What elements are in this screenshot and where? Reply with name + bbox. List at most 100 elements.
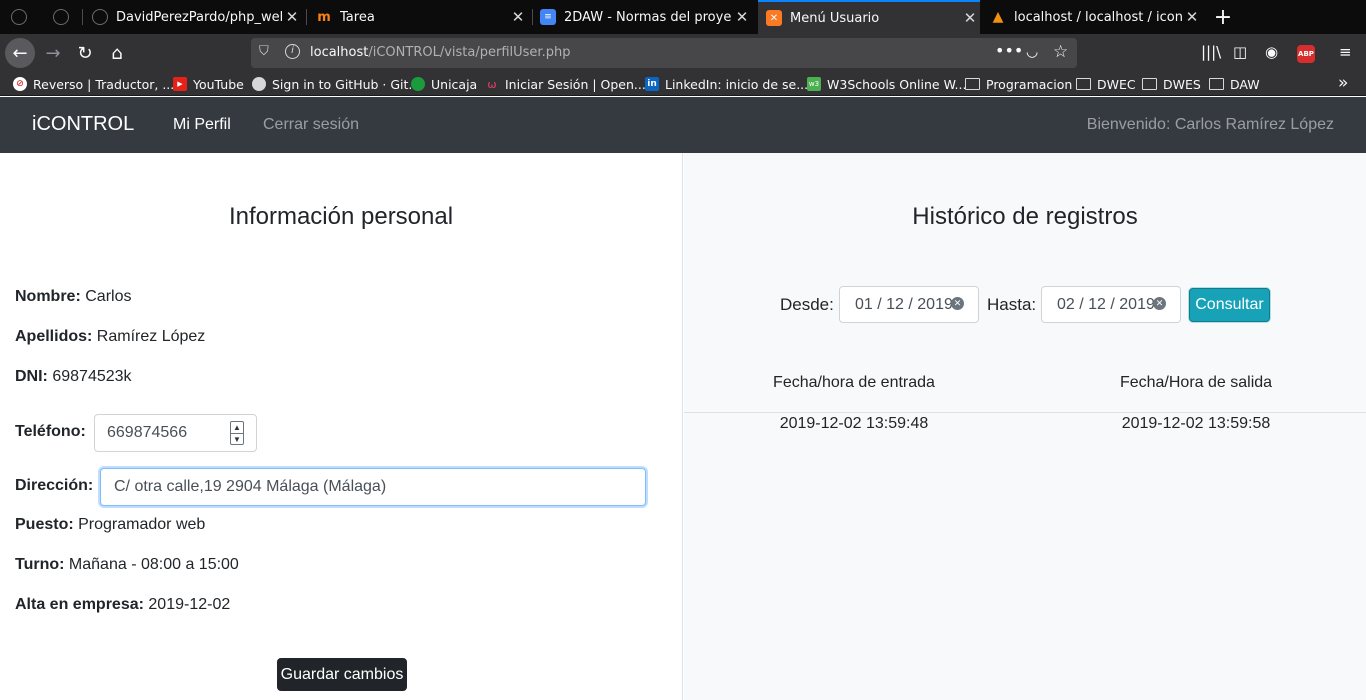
table-cell-salida: 2019-12-02 13:59:58 [1121, 415, 1271, 432]
tab-title: localhost / localhost / icontrol [1014, 9, 1182, 25]
welcome-text: Bienvenido: Carlos Ramírez López [1086, 116, 1334, 133]
tab-title: Menú Usuario [790, 10, 880, 26]
spinner-down-icon[interactable]: ▼ [231, 433, 243, 444]
folder-icon [1076, 78, 1091, 90]
url-text[interactable]: localhost/iCONTROL/vista/perfilUser.php [310, 45, 570, 60]
nav-link-cerrar-sesion[interactable]: Cerrar sesión [263, 116, 359, 134]
library-icon[interactable]: |||\ [1201, 43, 1221, 61]
close-icon[interactable]: ✕ [508, 8, 528, 26]
bookmark-label: Iniciar Sesión | Open... [505, 76, 646, 92]
close-icon[interactable]: ✕ [1182, 8, 1202, 26]
telefono-input[interactable]: 669874566 ▲ ▼ [94, 414, 257, 452]
bookmark-openwebinars[interactable]: ω Iniciar Sesión | Open... [485, 75, 646, 93]
bookmark-star-icon[interactable]: ☆ [1053, 42, 1068, 62]
bookmark-github[interactable]: Sign in to GitHub · Git... [252, 75, 420, 93]
back-arrow-icon[interactable]: ← [5, 38, 35, 68]
reverso-icon: ⊘ [13, 77, 27, 91]
clear-icon[interactable]: ✕ [951, 297, 964, 310]
nav-link-mi-perfil[interactable]: Mi Perfil [173, 116, 231, 134]
field-turno: Turno: Mañana - 08:00 a 15:00 [15, 556, 239, 574]
to-label: Hasta: [987, 295, 1037, 314]
bookmark-folder-dwec[interactable]: DWEC [1076, 75, 1136, 93]
pinned-tab-2[interactable] [50, 0, 72, 34]
tab-tarea[interactable]: m Tarea ✕ [316, 0, 528, 34]
xampp-icon: ✕ [766, 10, 782, 26]
bookmark-w3schools[interactable]: w3 W3Schools Online W... [807, 75, 966, 93]
bookmark-folder-dwes[interactable]: DWES [1142, 75, 1201, 93]
shield-icon[interactable]: ⛉ [259, 44, 269, 59]
save-changes-button[interactable]: Guardar cambios [277, 658, 407, 691]
chevron-right-icon[interactable]: » [1338, 73, 1348, 93]
field-alta-empresa: Alta en empresa: 2019-12-02 [15, 596, 230, 614]
tab-menu-usuario[interactable]: ✕ Menú Usuario ✕ [758, 0, 980, 34]
adblock-icon[interactable]: ABP [1297, 45, 1315, 63]
pinned-tab-1[interactable] [8, 0, 30, 34]
direccion-label-row: Dirección: [15, 477, 93, 495]
bookmark-reverso[interactable]: ⊘ Reverso | Traductor, ... [13, 75, 174, 93]
tab-github[interactable]: DavidPerezPardo/php_webap ✕ [90, 0, 302, 34]
from-date-input[interactable]: 01 / 12 / 2019 ✕ [839, 286, 979, 323]
field-nombre: Nombre: Carlos [15, 288, 131, 306]
clear-icon[interactable]: ✕ [1153, 297, 1166, 310]
column-header-salida: Fecha/Hora de salida [1119, 374, 1273, 391]
bookmark-label: Sign in to GitHub · Git... [272, 76, 421, 92]
bookmark-youtube[interactable]: ▶ YouTube [173, 75, 244, 93]
field-value: Carlos [85, 288, 132, 305]
bookmark-folder-daw[interactable]: DAW [1209, 75, 1260, 93]
close-icon[interactable]: ✕ [732, 8, 752, 26]
field-value: Mañana - 08:00 a 15:00 [68, 556, 239, 573]
menu-icon[interactable]: ≡ [1339, 43, 1352, 61]
new-tab-icon[interactable]: + [1210, 0, 1236, 34]
number-spinner[interactable]: ▲ ▼ [230, 421, 244, 445]
column-header-entrada: Fecha/hora de entrada [773, 374, 935, 391]
home-icon[interactable]: ⌂ [102, 38, 132, 68]
url-path: /iCONTROL/vista/perfilUser.php [368, 45, 571, 60]
sidebar-icon[interactable]: ◫ [1233, 43, 1247, 61]
tab-phpmyadmin[interactable]: ▲ localhost / localhost / icontrol ✕ [990, 0, 1202, 34]
telefono-value: 669874566 [107, 424, 188, 441]
close-icon[interactable]: ✕ [960, 9, 980, 27]
bookmark-label: DAW [1230, 76, 1260, 92]
folder-icon [1142, 78, 1157, 90]
info-icon[interactable]: i [285, 44, 300, 59]
main-content: Información personal Nombre: Carlos Apel… [0, 153, 1366, 700]
personal-info-title: Información personal [228, 203, 454, 230]
consultar-button[interactable]: Consultar [1189, 288, 1270, 322]
pocket-icon[interactable]: ◡ [1026, 44, 1038, 60]
tab-title: DavidPerezPardo/php_webap [116, 9, 282, 25]
close-icon[interactable]: ✕ [282, 8, 302, 26]
github-icon [11, 9, 27, 25]
url-host: localhost [310, 45, 369, 60]
field-value: Programador web [78, 516, 206, 533]
w3schools-icon: w3 [807, 77, 821, 91]
spinner-up-icon[interactable]: ▲ [231, 422, 243, 433]
openwebinars-icon: ω [487, 77, 497, 91]
table-cell-entrada: 2019-12-02 13:59:48 [779, 415, 929, 432]
bookmark-label: LinkedIn: inicio de se... [665, 76, 809, 92]
account-icon[interactable]: ◉ [1265, 43, 1278, 61]
field-label: Dirección: [15, 477, 94, 494]
field-label: Teléfono: [15, 423, 86, 440]
linkedin-icon: in [645, 77, 659, 91]
bookmark-unicaja[interactable]: Unicaja [411, 75, 477, 93]
table-header-divider [684, 412, 1366, 413]
bookmark-label: DWEC [1097, 76, 1136, 92]
brand-logo[interactable]: iCONTROL [32, 113, 134, 136]
reload-icon[interactable]: ↻ [70, 38, 100, 68]
direccion-value: C/ otra calle,19 2904 Málaga (Málaga) [114, 478, 387, 495]
page-actions-icon[interactable]: ••• [995, 41, 1023, 60]
forward-arrow-icon[interactable]: → [38, 38, 68, 68]
direccion-input[interactable]: C/ otra calle,19 2904 Málaga (Málaga) [100, 468, 646, 506]
field-apellidos: Apellidos: Ramírez López [15, 328, 205, 346]
from-label: Desde: [780, 295, 834, 314]
bookmark-label: YouTube [193, 76, 244, 92]
bookmark-folder-programacion[interactable]: Programacion [965, 75, 1072, 93]
unicaja-icon [411, 77, 425, 91]
tab-title: Tarea [340, 9, 375, 25]
bookmark-linkedin[interactable]: in LinkedIn: inicio de se... [645, 75, 808, 93]
browser-tab-strip: DavidPerezPardo/php_webap ✕ m Tarea ✕ ≡ … [0, 0, 1366, 34]
url-bar[interactable]: ⛉ i localhost/iCONTROL/vista/perfilUser.… [251, 38, 1077, 68]
tab-google-docs[interactable]: ≡ 2DAW - Normas del proyecto ✕ [540, 0, 752, 34]
to-date-input[interactable]: 02 / 12 / 2019 ✕ [1041, 286, 1181, 323]
field-value: 2019-12-02 [148, 596, 231, 613]
